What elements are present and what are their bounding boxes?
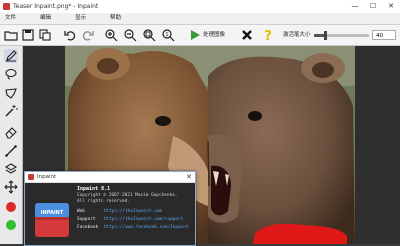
line-icon <box>5 145 17 157</box>
cross-icon <box>242 30 252 40</box>
menu-edit[interactable]: 编辑 <box>40 15 51 22</box>
dialog-body: INPAINT Inpaint 8.1 Copyright © 2007-202… <box>25 183 195 245</box>
marker-size-value[interactable]: 40 <box>372 30 396 40</box>
zoom-fit-button[interactable] <box>142 28 156 42</box>
eraser-tool[interactable] <box>4 125 18 139</box>
menu-view[interactable]: 显示 <box>75 15 86 22</box>
move-icon <box>4 180 18 194</box>
title-bar: Teaser Inpaint.png* - Inpaint — ☐ ✕ <box>0 0 400 13</box>
eraser-icon <box>5 127 17 139</box>
save-icon <box>22 29 34 41</box>
product-box-image: INPAINT <box>35 203 69 237</box>
folder-icon <box>4 31 18 41</box>
rights-text: All rights reserved. <box>77 199 130 204</box>
help-button[interactable]: ? <box>261 28 275 42</box>
menu-file[interactable]: 文件 <box>5 15 16 22</box>
dialog-title: Inpaint <box>37 174 57 180</box>
run-label[interactable]: 处理图像 <box>203 31 225 39</box>
undo-button[interactable] <box>63 28 77 42</box>
redo-icon <box>82 31 94 41</box>
line-tool[interactable] <box>4 144 18 158</box>
lasso-icon <box>5 68 17 80</box>
move-tool[interactable] <box>4 180 18 194</box>
menu-help[interactable]: 帮助 <box>110 15 121 22</box>
marker-size-slider[interactable] <box>314 31 369 40</box>
layers-icon <box>4 163 18 174</box>
zoom-actual-icon: 1 <box>162 29 175 42</box>
zoom-in-button[interactable] <box>104 28 118 42</box>
app-icon <box>3 3 10 10</box>
about-dialog: Inpaint ✕ INPAINT Inpaint 8.1 Copyright … <box>24 171 196 246</box>
facebook-key: Facebook <box>77 225 99 230</box>
play-icon <box>191 30 200 40</box>
facebook-link[interactable]: https://www.facebook.com/Inpaint <box>104 225 189 231</box>
donor-color-green[interactable] <box>6 220 16 230</box>
undo-icon <box>64 31 76 41</box>
tool-panel <box>0 46 23 244</box>
polygon-lasso-tool[interactable] <box>4 86 18 100</box>
marker-size-label: 激活笔大小 <box>283 32 311 38</box>
copy-icon <box>39 29 51 41</box>
cancel-button[interactable] <box>240 28 254 42</box>
lasso-tool[interactable] <box>4 67 18 81</box>
redo-button[interactable] <box>81 28 95 42</box>
web-row: Web https://theInpaint.com <box>77 209 192 215</box>
zoom-actual-button[interactable]: 1 <box>161 28 175 42</box>
dialog-close-button[interactable]: ✕ <box>186 173 192 181</box>
maximize-button[interactable]: ☐ <box>364 0 382 13</box>
marker-tool[interactable] <box>4 49 18 63</box>
magic-wand-tool[interactable] <box>4 104 18 118</box>
help-icon: ? <box>264 29 272 42</box>
close-button[interactable]: ✕ <box>382 0 400 13</box>
magic-wand-icon <box>5 105 18 117</box>
slider-knob[interactable] <box>324 31 327 40</box>
support-row: Support https://theInpaint.com/support <box>77 217 192 223</box>
svg-text:?: ? <box>264 29 272 42</box>
zoom-fit-icon <box>143 29 156 42</box>
zoom-out-button[interactable] <box>123 28 137 42</box>
pencil-icon <box>6 50 17 62</box>
app-icon <box>28 174 34 180</box>
support-key: Support <box>77 217 96 222</box>
minimize-button[interactable]: — <box>346 0 364 13</box>
web-key: Web <box>77 209 85 214</box>
menu-bar: 文件 编辑 显示 帮助 <box>0 13 400 25</box>
zoom-out-icon <box>124 29 137 42</box>
run-button[interactable] <box>188 28 202 42</box>
box-logo-text: INPAINT <box>41 210 64 216</box>
web-link[interactable]: https://theInpaint.com <box>104 209 162 215</box>
window-title: Teaser Inpaint.png* - Inpaint <box>13 3 99 10</box>
save-button[interactable] <box>21 28 35 42</box>
toolbar: 1 处理图像 ? 激活笔大小 40 <box>0 25 400 46</box>
svg-text:1: 1 <box>165 32 168 38</box>
mask-color-red[interactable] <box>6 202 16 212</box>
dialog-title-bar: Inpaint ✕ <box>25 172 195 183</box>
product-name: Inpaint 8.1 <box>77 186 111 192</box>
zoom-in-icon <box>105 29 118 42</box>
polygon-icon <box>5 88 17 99</box>
copy-button[interactable] <box>38 28 52 42</box>
facebook-row: Facebook https://www.facebook.com/Inpain… <box>77 225 192 231</box>
layers-tool[interactable] <box>4 162 18 176</box>
support-link[interactable]: https://theInpaint.com/support <box>104 217 183 223</box>
open-folder-button[interactable] <box>4 28 18 42</box>
